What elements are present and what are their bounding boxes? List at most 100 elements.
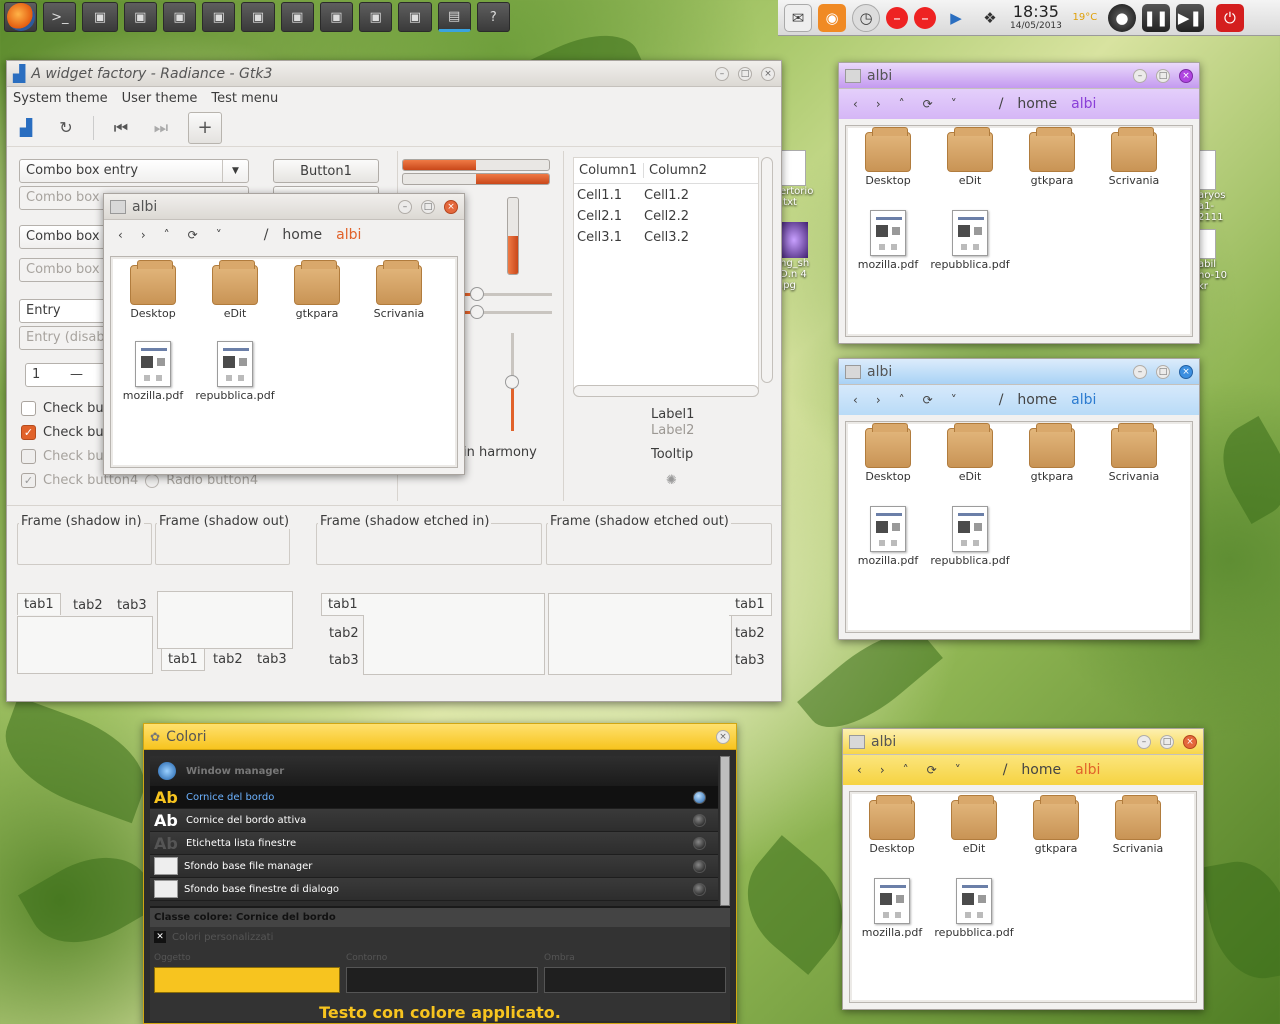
scale-handle[interactable] [505, 375, 519, 389]
forward-icon[interactable]: › [880, 763, 885, 777]
close-button[interactable]: × [1183, 734, 1197, 749]
root-crumb[interactable]: / [999, 96, 1004, 112]
up-icon[interactable]: ˄ [899, 393, 905, 407]
folder-item[interactable]: Desktop [852, 795, 932, 855]
checkbox-checked[interactable]: ✓ [21, 425, 36, 440]
document-file-icon[interactable] [1198, 229, 1216, 259]
power-icon[interactable]: ⏻ [1215, 3, 1244, 32]
task-window-button-active[interactable]: ▤ [437, 2, 471, 32]
task-window-button[interactable]: ▣ [280, 2, 314, 32]
close-button[interactable]: × [444, 199, 458, 214]
close-button[interactable]: × [1179, 68, 1193, 83]
vertical-scrollbar[interactable] [720, 756, 730, 906]
refresh-icon[interactable]: ↻ [53, 115, 79, 141]
scale-handle[interactable] [470, 287, 484, 301]
forward-icon[interactable]: › [876, 97, 881, 111]
tab-1[interactable]: tab1 [729, 593, 772, 616]
chevron-down-icon[interactable]: ˅ [951, 393, 957, 407]
file-view[interactable]: Desktop eDit gtkpara Scrivania mozilla.p… [845, 421, 1193, 633]
spin-button[interactable]: 1— [25, 363, 115, 387]
titlebar[interactable]: ✿ Colori × [144, 724, 736, 750]
file-item[interactable]: mozilla.pdf [848, 210, 928, 271]
play-icon[interactable]: ▶ [942, 4, 970, 32]
minimize-button[interactable]: – [398, 199, 412, 214]
back-icon[interactable]: ‹ [857, 763, 862, 777]
pause-icon[interactable]: ❚❚ [1141, 3, 1170, 32]
file-item[interactable]: repubblica.pdf [195, 341, 275, 402]
reload-icon[interactable]: ⟳ [188, 228, 198, 242]
firefox-launcher[interactable] [4, 2, 38, 32]
radio-icon[interactable] [693, 860, 706, 873]
hscale[interactable] [462, 305, 552, 319]
file-view[interactable]: Desktop eDit gtkpara Scrivania mozilla.p… [845, 125, 1193, 337]
dropbox-icon[interactable]: ❖ [976, 4, 1004, 32]
column-header[interactable]: Column1 [574, 163, 644, 178]
forward-icon[interactable]: › [141, 228, 146, 242]
tab-2[interactable]: tab2 [207, 649, 249, 670]
list-item[interactable]: Sfondo base file manager [150, 855, 718, 878]
folder-item[interactable]: gtkpara [1016, 795, 1096, 855]
folder-item[interactable]: gtkpara [1012, 423, 1092, 483]
minimize-button[interactable]: – [1133, 364, 1147, 379]
folder-item[interactable]: Desktop [113, 260, 193, 320]
last-icon[interactable]: ⏭ [148, 115, 174, 141]
home-crumb[interactable]: home [1021, 762, 1061, 778]
task-window-button[interactable]: ▣ [202, 2, 236, 32]
list-item[interactable]: Ab Cornice del bordo attiva [150, 809, 718, 832]
minimize-button[interactable]: – [715, 66, 729, 81]
stop-icon[interactable]: – [914, 6, 936, 29]
stop-icon[interactable]: – [886, 6, 908, 29]
user-crumb[interactable]: albi [336, 227, 361, 243]
maximize-button[interactable]: □ [1156, 68, 1170, 83]
folder-item[interactable]: Scrivania [1094, 127, 1174, 187]
app-toolbar-icon[interactable]: ▟ [13, 115, 39, 141]
tab-1[interactable]: tab1 [161, 649, 205, 671]
root-crumb[interactable]: / [999, 392, 1004, 408]
table-row[interactable]: Cell1.1 Cell1.2 [574, 188, 758, 209]
titlebar[interactable]: albi – □ × [839, 63, 1199, 89]
file-item[interactable]: mozilla.pdf [848, 506, 928, 567]
chevron-down-icon[interactable]: ▼ [222, 160, 248, 182]
folder-item[interactable]: eDit [930, 423, 1010, 483]
add-icon[interactable]: + [188, 111, 222, 144]
reload-icon[interactable]: ⟳ [923, 393, 933, 407]
list-item[interactable]: Sfondo base finestre di dialogo [150, 878, 718, 901]
forward-icon[interactable]: › [876, 393, 881, 407]
tab-2[interactable]: tab2 [67, 595, 109, 616]
custom-colors[interactable]: ✕ Colori personalizzati [150, 927, 730, 947]
folder-item[interactable]: eDit [934, 795, 1014, 855]
user-crumb[interactable]: albi [1075, 762, 1100, 778]
menu-system-theme[interactable]: System theme [13, 91, 108, 106]
close-button[interactable]: × [716, 729, 730, 744]
file-item[interactable]: mozilla.pdf [113, 341, 193, 402]
tab-3[interactable]: tab3 [729, 650, 771, 671]
check-button-1[interactable]: Check but [21, 401, 109, 416]
maximize-button[interactable]: □ [421, 199, 435, 214]
close-button[interactable]: × [761, 66, 775, 81]
tooltip-label[interactable]: Tooltip [651, 447, 693, 462]
scale-handle[interactable] [470, 305, 484, 319]
file-item[interactable]: mozilla.pdf [852, 878, 932, 939]
reload-icon[interactable]: ⟳ [923, 97, 933, 111]
folder-item[interactable]: eDit [930, 127, 1010, 187]
file-view[interactable]: Desktop eDit gtkpara Scrivania mozilla.p… [110, 256, 458, 468]
first-icon[interactable]: ⏮ [108, 115, 134, 141]
file-item[interactable]: repubblica.pdf [930, 210, 1010, 271]
chevron-down-icon[interactable]: ˅ [955, 763, 961, 777]
chevron-down-icon[interactable]: ˅ [951, 97, 957, 111]
vertical-scrollbar[interactable] [761, 157, 773, 383]
mail-icon[interactable]: ✉ [784, 3, 812, 32]
next-icon[interactable]: ▶❚ [1175, 3, 1204, 32]
folder-item[interactable]: Desktop [848, 127, 928, 187]
table-row[interactable]: Cell2.1 Cell2.2 [574, 209, 758, 230]
maximize-button[interactable]: □ [1160, 734, 1174, 749]
tree-view[interactable]: Column1 Column2 Cell1.1 Cell1.2 Cell2.1 Ce… [573, 157, 759, 389]
task-window-button[interactable]: ▣ [319, 2, 354, 32]
tab-2[interactable]: tab2 [323, 623, 365, 644]
file-item[interactable]: repubblica.pdf [934, 878, 1014, 939]
folder-item[interactable]: Desktop [848, 423, 928, 483]
object-color-swatch[interactable] [154, 967, 340, 993]
timer-icon[interactable]: ◷ [852, 3, 880, 32]
close-icon[interactable]: ✕ [154, 931, 166, 943]
close-button[interactable]: × [1179, 364, 1193, 379]
